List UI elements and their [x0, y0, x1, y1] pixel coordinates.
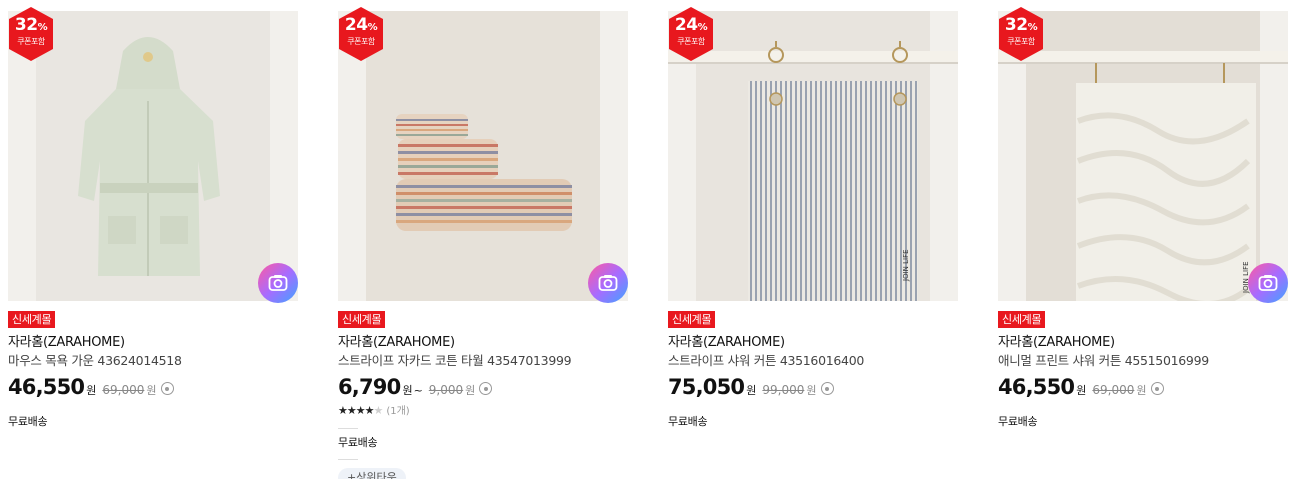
product-name[interactable]: 마우스 목욕 가운 43624014518	[8, 352, 182, 369]
divider	[338, 428, 358, 429]
sale-price: 46,550	[998, 375, 1075, 399]
discount-percent: 24%	[674, 15, 708, 35]
mall-tag: 신세계몰	[668, 311, 716, 328]
original-price-unit: 원	[1136, 384, 1147, 397]
original-price-unit: 원	[146, 384, 157, 397]
image-search-button[interactable]	[258, 263, 298, 303]
price-unit: 원	[1076, 384, 1087, 397]
discount-badge: 24% 쿠폰포함	[669, 7, 713, 61]
discount-badge: 32% 쿠폰포함	[999, 7, 1043, 61]
image-search-button[interactable]	[588, 263, 628, 303]
product-card[interactable]: JOIN LIFE 24% 쿠폰포함 신세계몰 자라홈(ZARAHOME) 스트…	[668, 0, 958, 479]
product-grid: 32% 쿠폰포함 신세계몰 자라홈(ZARAHOME) 마우스 목욕 가운 43…	[0, 0, 1302, 479]
original-price: 69,000	[1092, 383, 1135, 397]
brand-name[interactable]: 자라홈(ZARAHOME)	[338, 334, 455, 351]
coupon-included-label: 쿠폰포함	[677, 37, 705, 46]
price-unit: 원	[86, 384, 97, 397]
review-count: (1개)	[386, 406, 410, 417]
sale-price: 6,790	[338, 375, 401, 399]
product-name[interactable]: 스트라이프 자카드 코튼 타월 43547013999	[338, 352, 572, 369]
discount-percent: 32%	[1004, 15, 1038, 35]
sale-price: 75,050	[668, 375, 745, 399]
brand-name[interactable]: 자라홈(ZARAHOME)	[998, 334, 1115, 351]
brand-name[interactable]: 자라홈(ZARAHOME)	[8, 334, 125, 351]
original-price: 9,000	[428, 383, 464, 397]
price-row: 75,050 원 99,000 원	[668, 375, 834, 403]
mall-tag: 신세계몰	[338, 311, 386, 328]
discount-badge: 32% 쿠폰포함	[9, 7, 53, 61]
shipping-label: 무료배송	[8, 415, 48, 428]
mall-tag: 신세계몰	[8, 311, 56, 328]
price-unit: 원	[402, 384, 413, 397]
image-search-button[interactable]	[1248, 263, 1288, 303]
star-rating-icon: ★★★★★	[338, 404, 383, 417]
price-row: 46,550 원 69,000 원	[998, 375, 1164, 403]
original-price: 69,000	[102, 383, 145, 397]
discount-badge: 24% 쿠폰포함	[339, 7, 383, 61]
mall-tag: 신세계몰	[998, 311, 1046, 328]
price-info-icon[interactable]	[1150, 382, 1164, 395]
camera-icon	[1258, 275, 1278, 291]
discount-percent: 24%	[344, 15, 378, 35]
shipping-label: 무료배송	[998, 415, 1038, 428]
price-row: 46,550 원 69,000 원	[8, 375, 174, 403]
price-row: 6,790 원 ~ 9,000 원	[338, 375, 493, 403]
coupon-included-label: 쿠폰포함	[347, 37, 375, 46]
coupon-included-label: 쿠폰포함	[1007, 37, 1035, 46]
product-card[interactable]: 32% 쿠폰포함 신세계몰 자라홈(ZARAHOME) 마우스 목욕 가운 43…	[8, 0, 298, 479]
price-info-icon[interactable]	[160, 382, 174, 395]
brand-name[interactable]: 자라홈(ZARAHOME)	[668, 334, 785, 351]
coupon-included-label: 쿠폰포함	[17, 37, 45, 46]
original-price: 99,000	[762, 383, 805, 397]
price-info-icon[interactable]	[479, 382, 493, 395]
original-price-unit: 원	[465, 384, 476, 397]
more-options-pill[interactable]: +상위타운	[338, 468, 406, 479]
rating: ★★★★★ (1개)	[338, 404, 410, 419]
discount-percent: 32%	[14, 15, 48, 35]
divider	[338, 459, 358, 460]
shipping-label: 무료배송	[668, 415, 708, 428]
shipping-label: 무료배송	[338, 436, 378, 449]
price-info-icon[interactable]	[820, 382, 834, 395]
sale-price: 46,550	[8, 375, 85, 399]
camera-icon	[598, 275, 618, 291]
price-range-suffix: ~	[413, 384, 423, 397]
product-name[interactable]: 애니멀 프린트 샤워 커튼 45515016999	[998, 352, 1209, 369]
price-unit: 원	[746, 384, 757, 397]
original-price-unit: 원	[806, 384, 817, 397]
product-card[interactable]: 24% 쿠폰포함 신세계몰 자라홈(ZARAHOME) 스트라이프 자카드 코튼…	[338, 0, 628, 479]
camera-icon	[268, 275, 288, 291]
product-card[interactable]: JOIN LIFE 32% 쿠폰포함 신세계몰 자라홈(ZARAHOME) 애니…	[998, 0, 1288, 479]
product-name[interactable]: 스트라이프 샤워 커튼 43516016400	[668, 352, 864, 369]
svg-text:JOIN LIFE: JOIN LIFE	[902, 249, 910, 282]
